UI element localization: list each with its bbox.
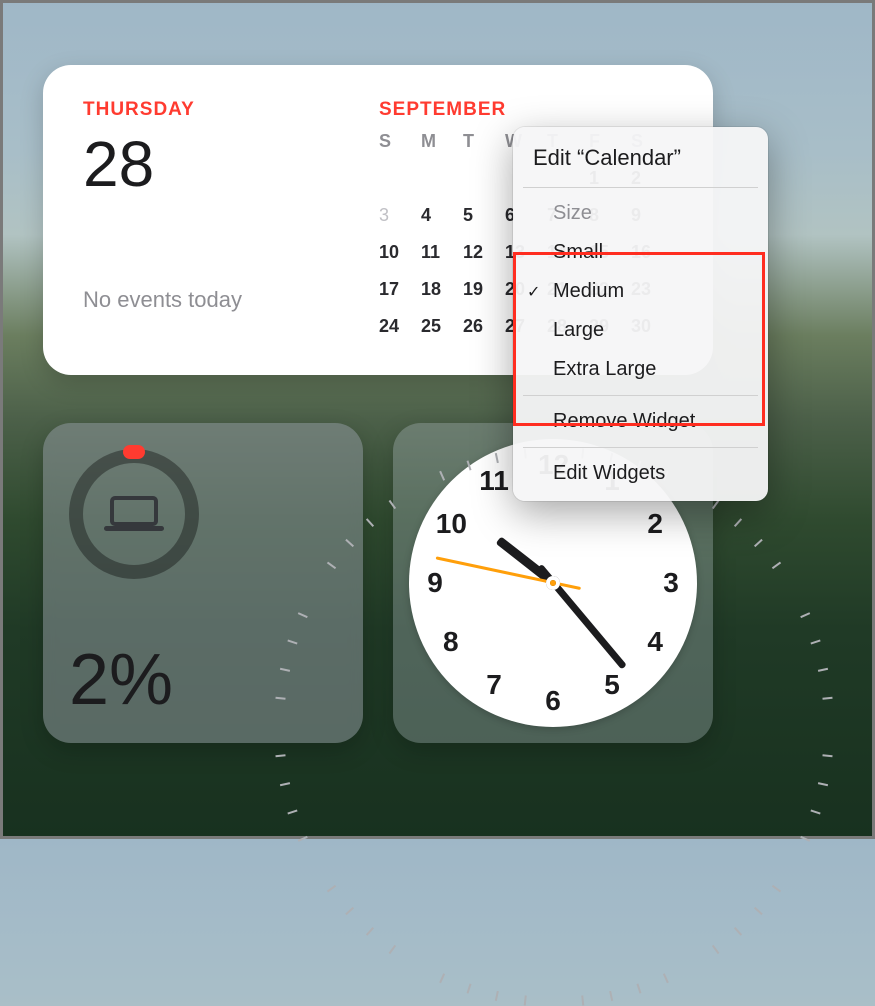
calendar-cell: 18 [421,279,463,300]
clock-center-pin [546,576,560,590]
menu-divider [523,447,758,448]
clock-tick [495,991,499,1001]
clock-tick [581,995,584,1005]
clock-number: 6 [538,685,568,717]
calendar-daynum: 28 [83,127,379,201]
menu-size-option-label: Small [553,241,603,263]
calendar-cell: 19 [463,279,505,300]
calendar-day-header: T [463,131,505,152]
calendar-today-panel: THURSDAY 28 No events today [83,99,379,345]
calendar-cell [421,168,463,189]
clock-tick [275,754,285,757]
menu-size-option[interactable]: Large [513,311,768,350]
calendar-cell: 24 [379,316,421,337]
clock-number: 4 [640,626,670,658]
laptop-icon [69,449,199,579]
clock-tick [609,991,613,1001]
menu-edit-suffix: ” [674,145,681,170]
clock-number: 7 [479,669,509,701]
menu-remove-widget[interactable]: Remove Widget [513,402,768,441]
clock-tick [712,945,719,954]
calendar-cell: 10 [379,242,421,263]
checkmark-icon: ✓ [527,282,540,302]
clock-tick [467,983,472,993]
menu-edit-calendar[interactable]: Edit “Calendar” [513,135,768,181]
clock-tick [754,539,763,547]
clock-tick [663,973,669,983]
battery-percent: 2% [69,639,173,721]
clock-tick [818,782,828,786]
menu-size-option-label: Medium [553,280,624,302]
calendar-cell: 5 [463,205,505,226]
clock-tick [810,809,820,814]
clock-tick [439,471,445,481]
clock-tick [495,453,499,463]
clock-number: 8 [436,626,466,658]
menu-size-option-label: Large [553,319,604,341]
calendar-month-label: SEPTEMBER [379,99,673,121]
menu-edit-widgets[interactable]: Edit Widgets [513,454,768,493]
clock-tick [754,907,763,915]
clock-tick [389,945,396,954]
clock-tick [772,885,781,892]
calendar-cell [379,168,421,189]
clock-tick [345,907,354,915]
clock-number: 3 [656,567,686,599]
clock-tick [800,612,810,618]
clock-tick [280,782,290,786]
calendar-dayname: THURSDAY [83,99,379,121]
clock-tick [366,927,374,936]
menu-edit-name: Calendar [584,145,673,170]
menu-divider [523,395,758,396]
battery-widget[interactable]: 2% [43,423,363,743]
clock-tick [822,754,832,757]
clock-number: 5 [597,669,627,701]
clock-number: 2 [640,508,670,540]
calendar-day-header: M [421,131,463,152]
battery-ring [69,449,199,579]
clock-tick [524,995,527,1005]
calendar-cell: 4 [421,205,463,226]
clock-tick [467,460,472,470]
calendar-no-events: No events today [83,287,379,313]
clock-tick [389,500,396,509]
clock-tick [734,518,742,527]
clock-tick [734,927,742,936]
menu-edit-prefix: Edit “ [533,145,584,170]
calendar-cell: 12 [463,242,505,263]
clock-tick [822,697,832,700]
clock-tick [772,562,781,569]
clock-tick [818,668,828,672]
widget-context-menu[interactable]: Edit “Calendar” Size Small ✓ Medium Large Ex… [513,127,768,501]
clock-number: 9 [420,567,450,599]
menu-divider [523,187,758,188]
clock-tick [439,973,445,983]
clock-minute-hand [550,581,626,670]
menu-size-option[interactable]: ✓ Medium [513,272,768,311]
menu-size-option[interactable]: Extra Large [513,350,768,389]
clock-number: 11 [479,465,509,497]
calendar-cell: 25 [421,316,463,337]
clock-tick [287,809,297,814]
menu-size-header: Size [513,194,768,233]
menu-size-option-label: Extra Large [553,358,656,380]
calendar-cell: 26 [463,316,505,337]
calendar-cell [463,168,505,189]
clock-tick [366,518,374,527]
clock-tick [712,500,719,509]
calendar-cell: 17 [379,279,421,300]
clock-tick [810,640,820,645]
calendar-day-header: S [379,131,421,152]
clock-tick [327,885,336,892]
menu-size-option[interactable]: Small [513,233,768,272]
calendar-cell: 11 [421,242,463,263]
calendar-cell: 3 [379,205,421,226]
clock-number: 10 [436,508,466,540]
clock-tick [636,983,641,993]
